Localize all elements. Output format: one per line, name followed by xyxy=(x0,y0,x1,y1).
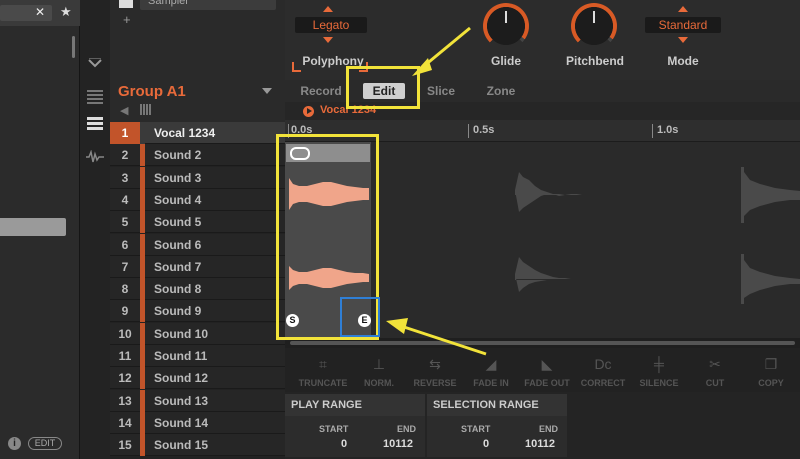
annotation-arrows xyxy=(386,26,487,356)
